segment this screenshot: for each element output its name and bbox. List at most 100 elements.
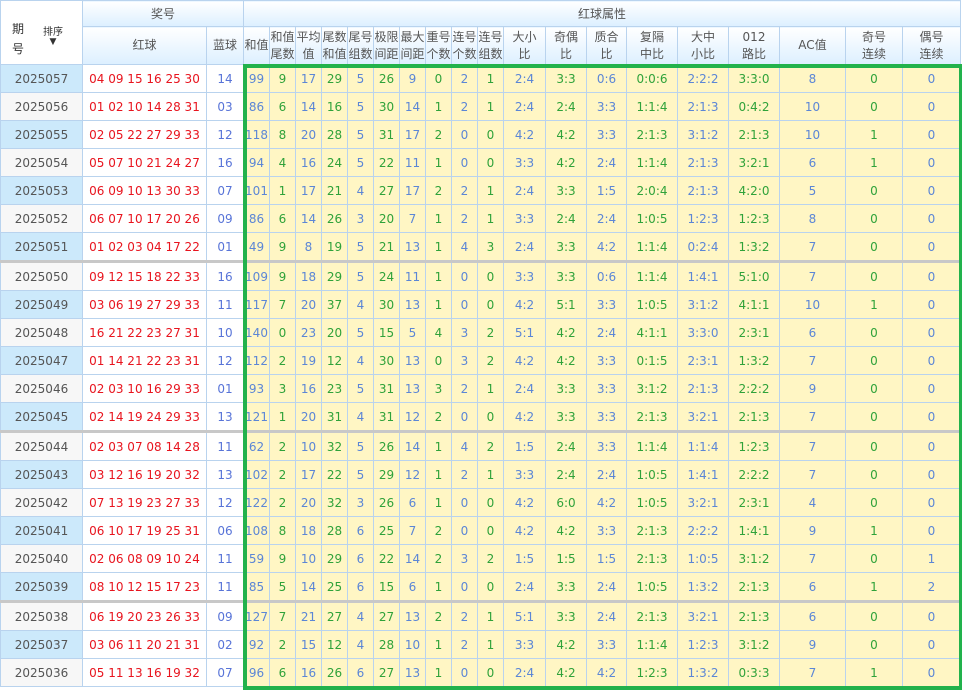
attr-cell: 4 [425, 318, 452, 347]
table-row: 2025039 08 10 12 15 17 23 11 85 5 14 25 6 15 6 1 0 0… [0, 572, 961, 602]
attr-cell: 99 [243, 64, 270, 93]
attr-cell: 26 [373, 64, 400, 93]
red-balls-cell: 09 12 15 18 22 33 [82, 260, 207, 291]
attr-cell: 1 [425, 204, 452, 233]
red-balls-cell: 01 02 10 14 28 31 [82, 92, 207, 121]
attr-header: 大中 小比 [677, 26, 729, 65]
attr-cell: 25 [373, 516, 400, 545]
attr-cell: 59 [243, 544, 270, 573]
blue-ball-cell: 13 [206, 460, 244, 489]
attr-header: 奇偶比 [545, 26, 587, 65]
attr-cell: 2 [269, 430, 296, 461]
attr-cell: 30 [373, 92, 400, 121]
blue-ball-cell: 01 [206, 374, 244, 403]
attr-cell: 2 [425, 120, 452, 149]
attr-header: 最大 间距 [399, 26, 426, 65]
attr-cell: 2 [451, 374, 478, 403]
period-cell: 2025051 [0, 232, 83, 262]
blue-ball-cell: 16 [206, 260, 244, 291]
attr-cell: 1:1:4 [626, 260, 678, 291]
attr-cell: 20 [321, 318, 348, 347]
attr-cell: 3:3 [586, 630, 627, 659]
attr-header-line: 比 [518, 46, 531, 61]
attr-cell: 2:4 [503, 232, 546, 262]
attr-cell: 0 [477, 148, 504, 177]
period-cell: 2025047 [0, 346, 83, 375]
attr-header-line: 大中 [690, 29, 715, 44]
attr-cell: 0 [451, 658, 478, 687]
attr-cell: 17 [399, 120, 426, 149]
attr-cell: 24 [373, 260, 400, 291]
attr-cell: 15 [373, 572, 400, 602]
attr-header-line: 奇偶 [553, 29, 578, 44]
attr-cell: 29 [321, 64, 348, 93]
red-balls-cell: 02 14 19 24 29 33 [82, 402, 207, 432]
attr-cell: 5 [347, 92, 374, 121]
attr-cell: 2:3:1 [677, 346, 729, 375]
attr-header: 尾数 和值 [321, 26, 348, 65]
attr-header-line: 尾号 [348, 29, 373, 44]
attr-cell: 1:2:3 [728, 204, 780, 233]
table-row: 2025045 02 14 19 24 29 33 13 121 1 20 31 4 31 12 2… [0, 402, 961, 432]
attr-cell: 2 [451, 600, 478, 631]
attr-cell: 4:2 [545, 630, 587, 659]
attr-cell: 4:2 [503, 120, 546, 149]
attr-cell: 8 [269, 120, 296, 149]
attr-cell: 8 [779, 204, 846, 233]
attr-cell: 19 [295, 346, 322, 375]
attr-cell: 1 [477, 64, 504, 93]
red-attrs-header: 红球属性 [243, 0, 961, 27]
attr-cell: 3:1:2 [728, 544, 780, 573]
attr-cell: 32 [321, 430, 348, 461]
sort-button[interactable]: 排序 ▼ [43, 23, 63, 47]
table-row: 2025047 01 14 21 22 23 31 12 112 2 19 12 4 30 13 0… [0, 346, 961, 375]
period-cell: 2025049 [0, 290, 83, 319]
attr-cell: 2:4 [503, 92, 546, 121]
attr-cell: 0:6 [586, 260, 627, 291]
attr-cell: 1:5 [503, 544, 546, 573]
attr-cell: 16 [295, 658, 322, 687]
attr-cell: 17 [295, 460, 322, 489]
attr-cell: 1 [845, 516, 903, 545]
attr-cell: 1:4:1 [728, 516, 780, 545]
attr-cell: 0 [451, 290, 478, 319]
attr-cell: 8 [295, 232, 322, 262]
attr-cell: 5 [347, 232, 374, 262]
attr-cell: 1:1:4 [677, 430, 729, 461]
attr-cell: 0 [477, 516, 504, 545]
attr-cell: 4:2 [545, 120, 587, 149]
attr-cell: 2:4 [545, 460, 587, 489]
attr-header-line: 路比 [741, 46, 766, 61]
attr-cell: 14 [399, 92, 426, 121]
attr-cell: 0 [902, 260, 961, 291]
table-row: 2025044 02 03 07 08 14 28 11 62 2 10 32 5 26 14 1 4… [0, 430, 961, 461]
attr-cell: 1 [425, 260, 452, 291]
attr-cell: 4 [451, 232, 478, 262]
period-cell: 2025048 [0, 318, 83, 347]
attr-cell: 4 [347, 346, 374, 375]
attr-cell: 0 [902, 232, 961, 262]
blue-ball-cell: 03 [206, 92, 244, 121]
attr-cell: 26 [373, 488, 400, 517]
attr-cell: 6 [779, 148, 846, 177]
attr-cell: 3:1:2 [728, 630, 780, 659]
attr-cell: 3 [451, 318, 478, 347]
attr-header: 连号 个数 [451, 26, 478, 65]
attr-cell: 0 [902, 630, 961, 659]
attr-cell: 10 [779, 92, 846, 121]
attr-header: 连号 组数 [477, 26, 504, 65]
attr-cell: 9 [779, 630, 846, 659]
attr-cell: 1:2:3 [728, 430, 780, 461]
blue-ball-cell: 01 [206, 232, 244, 262]
attr-cell: 3 [347, 488, 374, 517]
attr-cell: 0 [902, 176, 961, 205]
attr-cell: 4 [779, 488, 846, 517]
attr-cell: 2:2:2 [728, 374, 780, 403]
red-balls-cell: 05 11 13 16 19 32 [82, 658, 207, 687]
attr-cell: 14 [295, 572, 322, 602]
attr-header-line: 中比 [639, 46, 664, 61]
attr-header: 012 路比 [728, 26, 780, 65]
attr-cell: 5 [347, 460, 374, 489]
attr-cell: 0 [425, 64, 452, 93]
attr-cell: 0 [845, 232, 903, 262]
